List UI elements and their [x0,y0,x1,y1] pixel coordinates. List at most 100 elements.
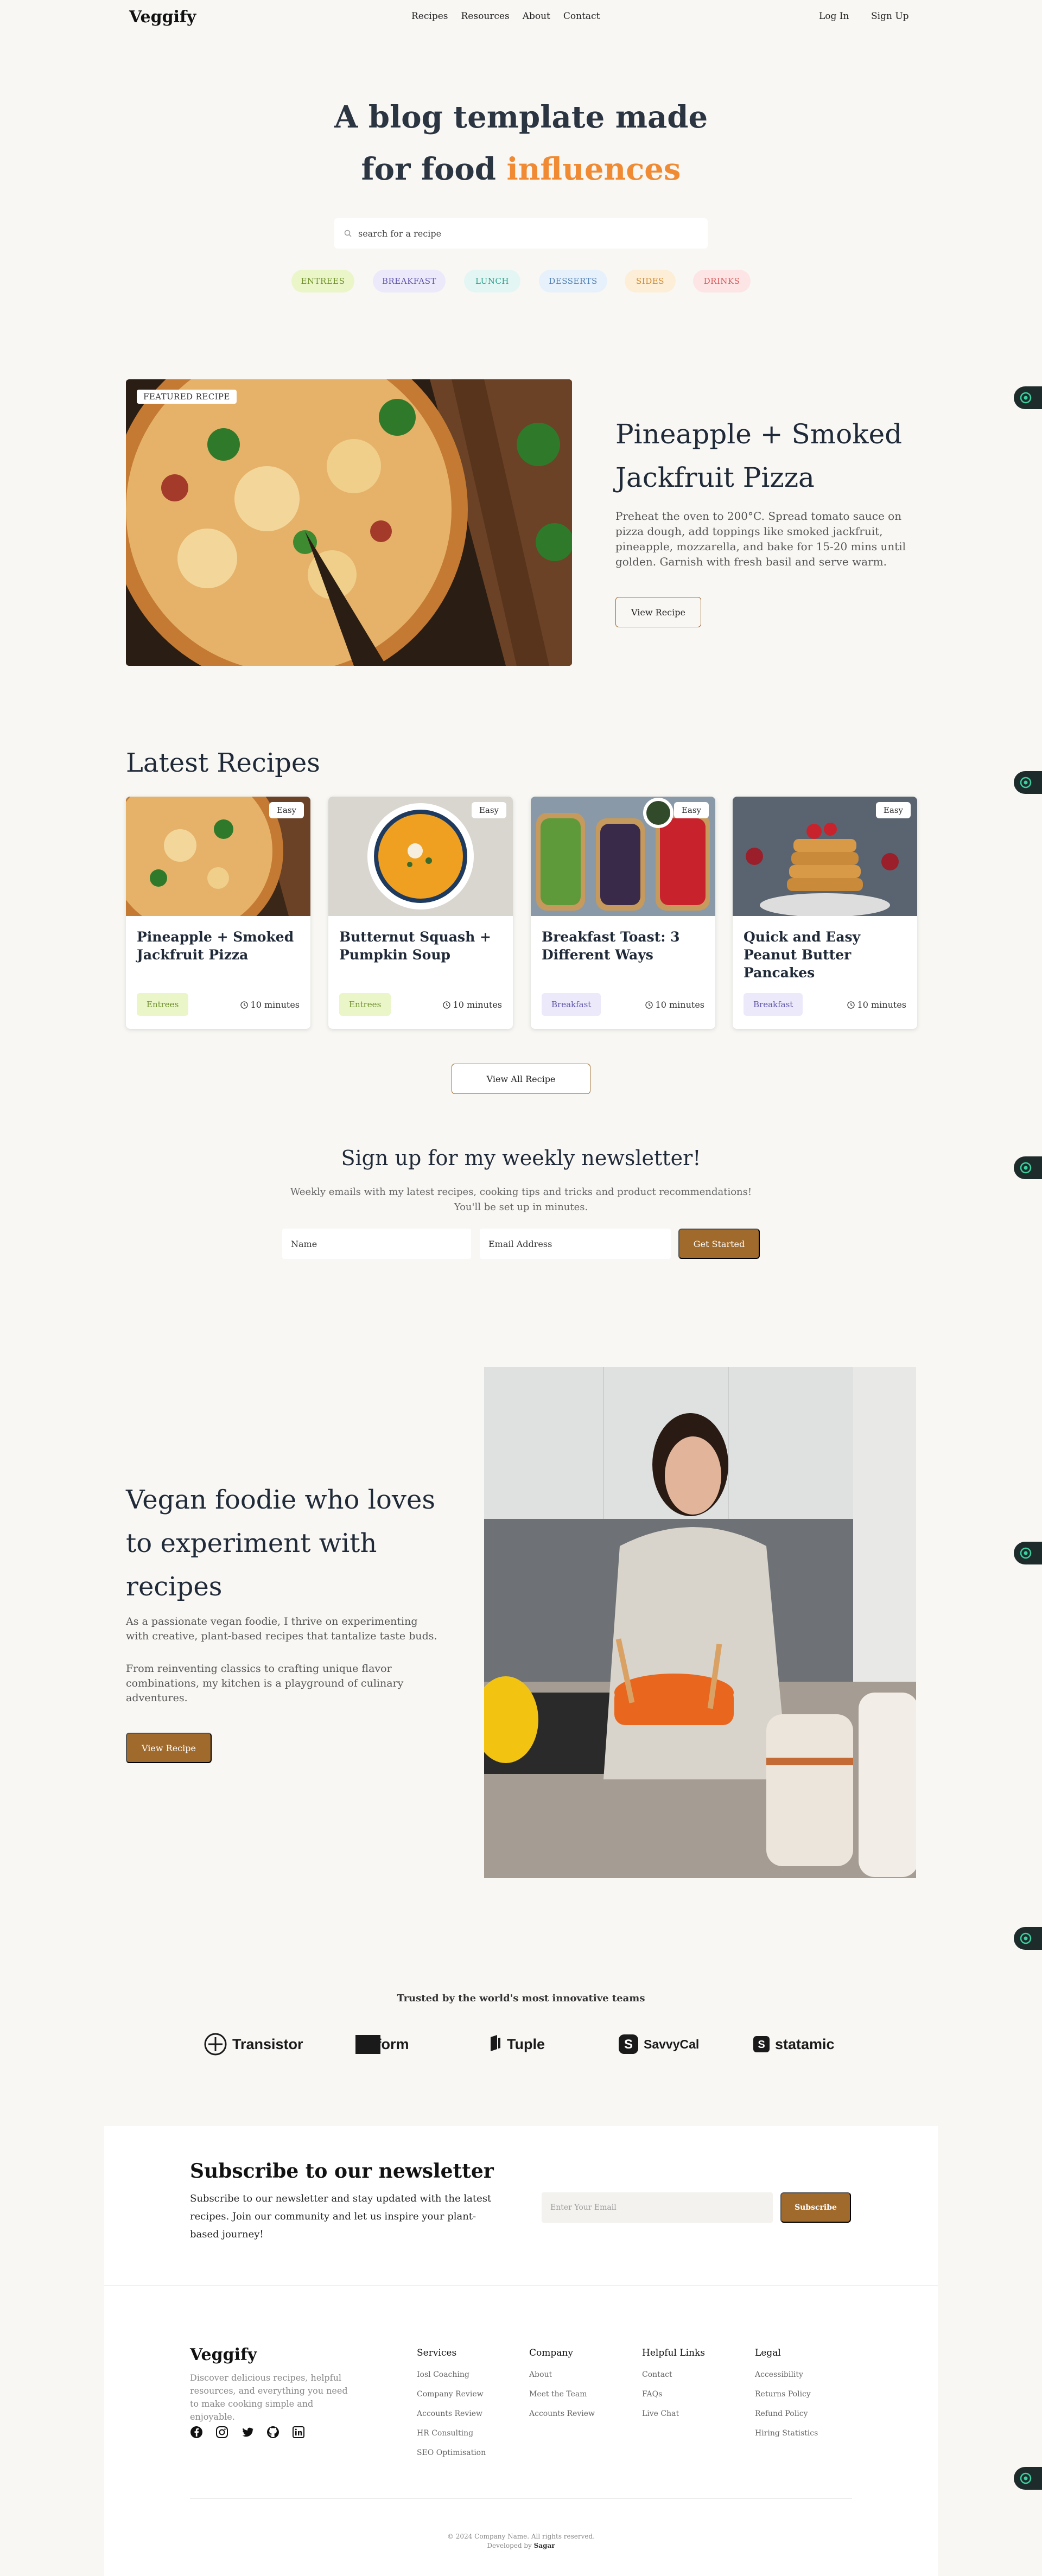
email-input[interactable]: Email Address [480,1229,671,1259]
subscribe-button[interactable]: Subscribe [780,2192,851,2223]
developed-by-prefix: Developed by [487,2542,532,2549]
clock-icon [240,1001,248,1009]
signup-link[interactable]: Sign Up [871,11,909,22]
footer-col-helpful-links: Helpful Links Contact FAQs Live Chat [642,2348,705,2424]
featured-badge: FEATURED RECIPE [137,390,237,404]
view-all-recipe-button[interactable]: View All Recipe [452,1064,590,1094]
footer-link[interactable]: FAQs [642,2384,705,2404]
footer-link[interactable]: Live Chat [642,2404,705,2424]
transistor-icon [204,2033,227,2056]
svg-text:S: S [624,2037,633,2052]
footer-link[interactable]: About [529,2365,595,2384]
newsletter-desc-line2: You'll be set up in minutes. [454,1201,588,1213]
newsletter-desc-line1: Weekly emails with my latest recipes, co… [290,1186,752,1198]
nav-link-recipes[interactable]: Recipes [411,11,448,22]
clock-icon [847,1001,855,1009]
instagram-icon[interactable] [215,2426,228,2439]
footer-link[interactable]: Hiring Statistics [755,2424,818,2443]
recipe-time-label: 10 minutes [655,1000,704,1010]
chip-drinks[interactable]: DRINKS [693,270,751,292]
recipe-card[interactable]: Easy Quick and Easy Peanut Butter Pancak… [733,797,917,1029]
footer-link[interactable]: Returns Policy [755,2384,818,2404]
recipe-card-title[interactable]: Pineapple + Smoked Jackfruit Pizza [137,928,300,964]
footer-col-company: Company About Meet the Team Accounts Rev… [529,2348,595,2424]
featured-view-recipe-button[interactable]: View Recipe [615,597,701,627]
chip-sides[interactable]: SIDES [625,270,676,292]
footer-link[interactable]: Accounts Review [417,2404,486,2424]
floating-widget-button[interactable] [1014,1542,1042,1564]
about-image [484,1367,916,1878]
chip-entrees[interactable]: ENTREES [291,270,354,292]
recipe-category-tag[interactable]: Breakfast [542,993,601,1016]
nav-link-contact[interactable]: Contact [563,11,600,22]
search-input[interactable]: search for a recipe [334,218,708,249]
clock-icon [442,1001,450,1009]
recipe-card-title[interactable]: Quick and Easy Peanut Butter Pancakes [744,928,906,982]
footer-link[interactable]: Contact [642,2365,705,2384]
recipe-card[interactable]: Easy Pineapple + Smoked Jackfruit Pizza … [126,797,310,1029]
brand-logo[interactable]: Veggify [129,8,196,27]
footer-col-title: Services [417,2348,457,2358]
floating-widget-button[interactable] [1014,1156,1042,1179]
recipe-category-tag[interactable]: Entrees [339,993,391,1016]
difficulty-badge: Easy [269,802,304,818]
developer-link[interactable]: Sagar [534,2542,555,2549]
footer-brand[interactable]: Veggify [190,2345,257,2364]
footer-link[interactable]: Meet the Team [529,2384,595,2404]
clock-icon [645,1001,653,1009]
about-view-recipe-button[interactable]: View Recipe [126,1733,212,1763]
hero-title-line1: A blog template made [334,99,708,135]
statamic-logo: S statamic [753,2031,835,2058]
floating-widget-button[interactable] [1014,2467,1042,2490]
footer-tagline: Discover delicious recipes, helpful reso… [190,2373,348,2422]
chip-desserts[interactable]: DESSERTS [539,270,607,292]
hero-title-line2: for food influences [0,143,1042,195]
footer-link[interactable]: HR Consulting [417,2424,486,2443]
footer-divider-bottom [190,2498,852,2499]
footer-link[interactable]: Accessibility [755,2365,818,2384]
nav-link-resources[interactable]: Resources [461,11,510,22]
footer-col-services: Services Iosl Coaching Company Review Ac… [417,2348,486,2463]
footer-link[interactable]: Accounts Review [529,2404,595,2424]
get-started-button[interactable]: Get Started [678,1229,760,1259]
recipe-category-tag[interactable]: Breakfast [744,993,803,1016]
difficulty-badge: Easy [875,802,911,818]
featured-image[interactable] [126,379,572,666]
recipe-card[interactable]: Easy Butternut Squash + Pumpkin Soup Ent… [328,797,513,1029]
footer-link[interactable]: Company Review [417,2384,486,2404]
assistant-icon [1020,2472,1032,2484]
recipe-category-tag[interactable]: Entrees [137,993,189,1016]
login-link[interactable]: Log In [819,11,849,22]
transistor-label: Transistor [232,2036,303,2052]
twitter-icon[interactable] [241,2426,254,2439]
footer-link[interactable]: Iosl Coaching [417,2365,486,2384]
savvycal-logo: S SavvyCal [619,2031,699,2058]
hero-title-plain: for food [361,151,507,187]
recipe-time: 10 minutes [442,1000,502,1010]
recipe-card-title[interactable]: Breakfast Toast: 3 Different Ways [542,928,704,964]
floating-widget-button[interactable] [1014,771,1042,794]
recipe-card-title[interactable]: Butternut Squash + Pumpkin Soup [339,928,502,964]
floating-widget-button[interactable] [1014,1927,1042,1950]
footer-col-legal: Legal Accessibility Returns Policy Refun… [755,2348,818,2443]
recipe-time-label: 10 minutes [857,1000,906,1010]
chip-breakfast[interactable]: BREAKFAST [373,270,446,292]
footer-divider-top [104,2285,938,2286]
cooking-illustration [484,1367,916,1878]
github-icon[interactable] [266,2426,279,2439]
reform-label: Reform [355,2034,411,2054]
facebook-icon[interactable] [190,2426,203,2439]
footer-link[interactable]: Refund Policy [755,2404,818,2424]
name-input[interactable]: Name [282,1229,471,1259]
subscribe-description: Subscribe to our newsletter and stay upd… [190,2193,492,2240]
footer-link[interactable]: SEO Optimisation [417,2443,486,2463]
subscribe-email-input[interactable]: Enter Your Email [542,2192,773,2223]
linkedin-icon[interactable] [292,2426,305,2439]
reform-logo: Reform [355,2031,411,2058]
assistant-icon [1020,777,1032,788]
floating-widget-button[interactable] [1014,386,1042,409]
nav-link-about[interactable]: About [523,11,550,22]
chip-lunch[interactable]: LUNCH [464,270,520,292]
social-links [190,2426,305,2439]
recipe-card[interactable]: Easy Breakfast Toast: 3 Different Ways B… [531,797,715,1029]
